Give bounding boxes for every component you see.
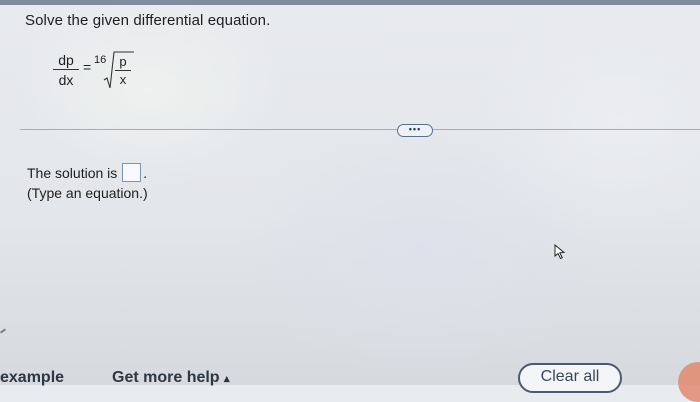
solution-suffix: . bbox=[143, 164, 148, 181]
footer-bar: example Get more help ▴ Clear all bbox=[0, 362, 700, 402]
mouse-pointer-icon bbox=[554, 243, 566, 265]
top-bar bbox=[0, 0, 700, 5]
get-more-help-link[interactable]: Get more help ▴ bbox=[112, 369, 230, 387]
rhs-denominator: x bbox=[119, 72, 127, 87]
equals-sign: = bbox=[83, 59, 92, 75]
rhs-fraction: p x bbox=[115, 55, 131, 87]
solution-line: The solution is . bbox=[27, 163, 147, 182]
more-options-button[interactable]: ••• bbox=[397, 124, 433, 137]
screen-background: Solve the given differential equation. d… bbox=[0, 0, 700, 402]
edge-mark bbox=[0, 328, 7, 334]
lhs-denominator: dx bbox=[58, 72, 74, 88]
caret-up-icon: ▴ bbox=[224, 373, 230, 385]
differential-equation: dp dx = 16 p x bbox=[50, 50, 150, 95]
check-answer-button[interactable] bbox=[678, 362, 700, 402]
radical: p x bbox=[102, 50, 134, 92]
view-example-link[interactable]: example bbox=[0, 369, 64, 387]
lhs-fraction: dp dx bbox=[53, 52, 79, 88]
lhs-numerator: dp bbox=[58, 52, 74, 68]
answer-hint: (Type an equation.) bbox=[27, 185, 148, 201]
fraction-bar bbox=[115, 70, 131, 71]
answer-input[interactable] bbox=[122, 163, 142, 182]
rhs-numerator: p bbox=[119, 54, 127, 69]
clear-all-button[interactable]: Clear all bbox=[518, 363, 622, 393]
get-more-help-label: Get more help bbox=[112, 369, 220, 386]
fraction-bar bbox=[53, 69, 79, 70]
section-divider bbox=[20, 129, 700, 130]
solution-prefix: The solution is bbox=[27, 164, 118, 181]
question-title: Solve the given differential equation. bbox=[25, 12, 271, 29]
